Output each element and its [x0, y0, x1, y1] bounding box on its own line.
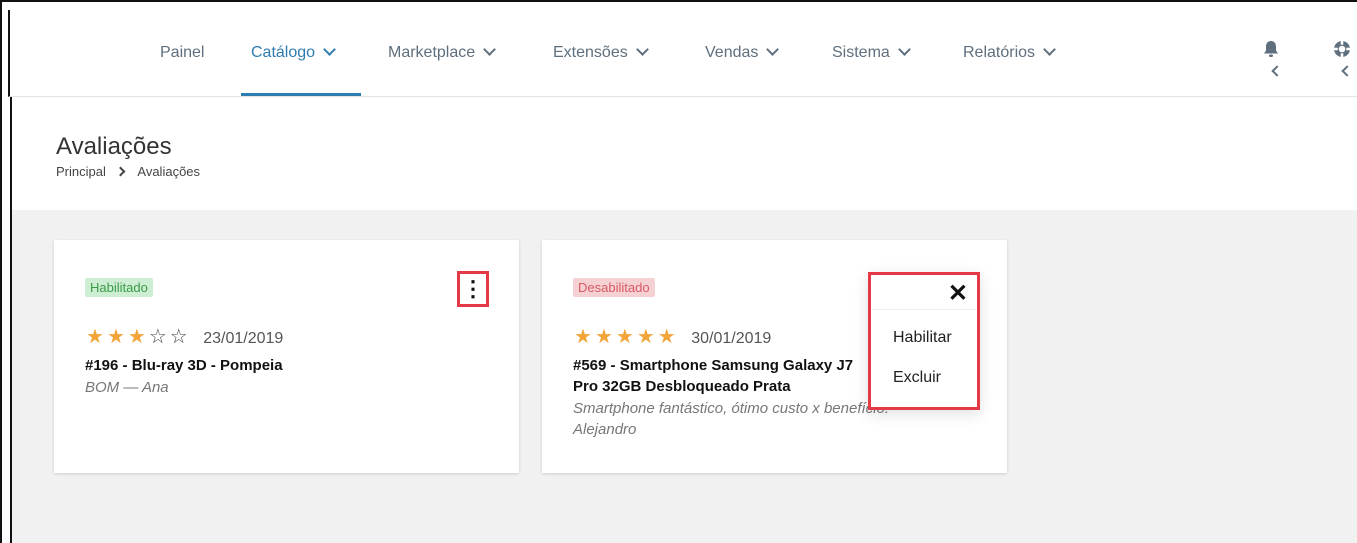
active-tab-indicator [241, 93, 361, 96]
star-filled-icon: ★ [636, 326, 658, 348]
review-date: 30/01/2019 [691, 330, 772, 347]
help-button[interactable] [1333, 40, 1353, 84]
page-title: Avaliações [56, 133, 172, 160]
star-empty-icon: ☆ [169, 326, 191, 348]
chevron-down-icon [323, 43, 336, 56]
nav-item-relatorios[interactable]: Relatórios [963, 43, 1056, 62]
breadcrumb: Principal Avaliações [56, 164, 200, 179]
bell-icon [1264, 41, 1278, 57]
rating-stars: ★★★★★ 30/01/2019 [574, 324, 771, 349]
nav-item-catalogo[interactable]: Catálogo [251, 43, 336, 62]
chevron-down-icon [897, 43, 911, 56]
review-product: #569 - Smartphone Samsung Galaxy J7 Pro … [573, 357, 854, 395]
chevron-down-icon [1043, 43, 1056, 56]
chevron-left-icon [1341, 65, 1353, 77]
chevron-down-icon [483, 43, 497, 56]
star-empty-icon: ☆ [148, 326, 170, 348]
status-badge: Desabilitado [573, 278, 655, 297]
review-comment: BOM — Ana [85, 379, 169, 396]
nav-item-painel[interactable]: Painel [160, 44, 204, 62]
close-menu-button[interactable]: ✕ [948, 279, 968, 308]
notifications-button[interactable] [1263, 40, 1283, 84]
star-filled-icon: ★ [594, 326, 616, 348]
rating-stars: ★★★☆☆ 23/01/2019 [86, 324, 283, 349]
review-date: 23/01/2019 [203, 330, 284, 347]
more-options-button[interactable]: ⋮ [457, 271, 489, 307]
top-navbar: Painel Catálogo Marketplace Extensões Ve… [8, 10, 1357, 97]
star-filled-icon: ★ [574, 326, 595, 348]
nav-item-marketplace[interactable]: Marketplace [388, 43, 497, 62]
close-icon: ✕ [947, 280, 968, 307]
review-card: Habilitado ⋮ ★★★☆☆ 23/01/2019 #196 - Blu… [54, 240, 519, 473]
chevron-down-icon [635, 43, 649, 56]
nav-item-vendas[interactable]: Vendas [705, 43, 780, 62]
kebab-icon: ⋮ [462, 276, 484, 301]
breadcrumb-current: Avaliações [137, 164, 201, 179]
nav-item-sistema[interactable]: Sistema [832, 43, 911, 62]
nav-item-extensoes[interactable]: Extensões [553, 43, 649, 62]
star-filled-icon: ★ [127, 326, 149, 348]
menu-item-excluir[interactable]: Excluir [893, 369, 941, 387]
page-header: Avaliações Principal Avaliações [10, 97, 1357, 210]
menu-item-habilitar[interactable]: Habilitar [893, 329, 952, 347]
review-product: #196 - Blu-ray 3D - Pompeia [85, 357, 283, 374]
review-context-menu: ✕ Habilitar Excluir [868, 272, 980, 410]
breadcrumb-link-principal[interactable]: Principal [56, 164, 106, 179]
menu-divider [871, 309, 977, 310]
star-filled-icon: ★ [86, 326, 107, 348]
status-badge: Habilitado [85, 278, 153, 297]
lifebuoy-icon [1333, 40, 1351, 58]
star-filled-icon: ★ [657, 326, 679, 348]
chevron-left-icon [1271, 65, 1283, 77]
chevron-right-icon [116, 166, 126, 177]
star-filled-icon: ★ [615, 326, 637, 348]
reviews-grid: Habilitado ⋮ ★★★☆☆ 23/01/2019 #196 - Blu… [10, 210, 1357, 543]
star-filled-icon: ★ [106, 326, 128, 348]
chevron-down-icon [766, 43, 780, 56]
